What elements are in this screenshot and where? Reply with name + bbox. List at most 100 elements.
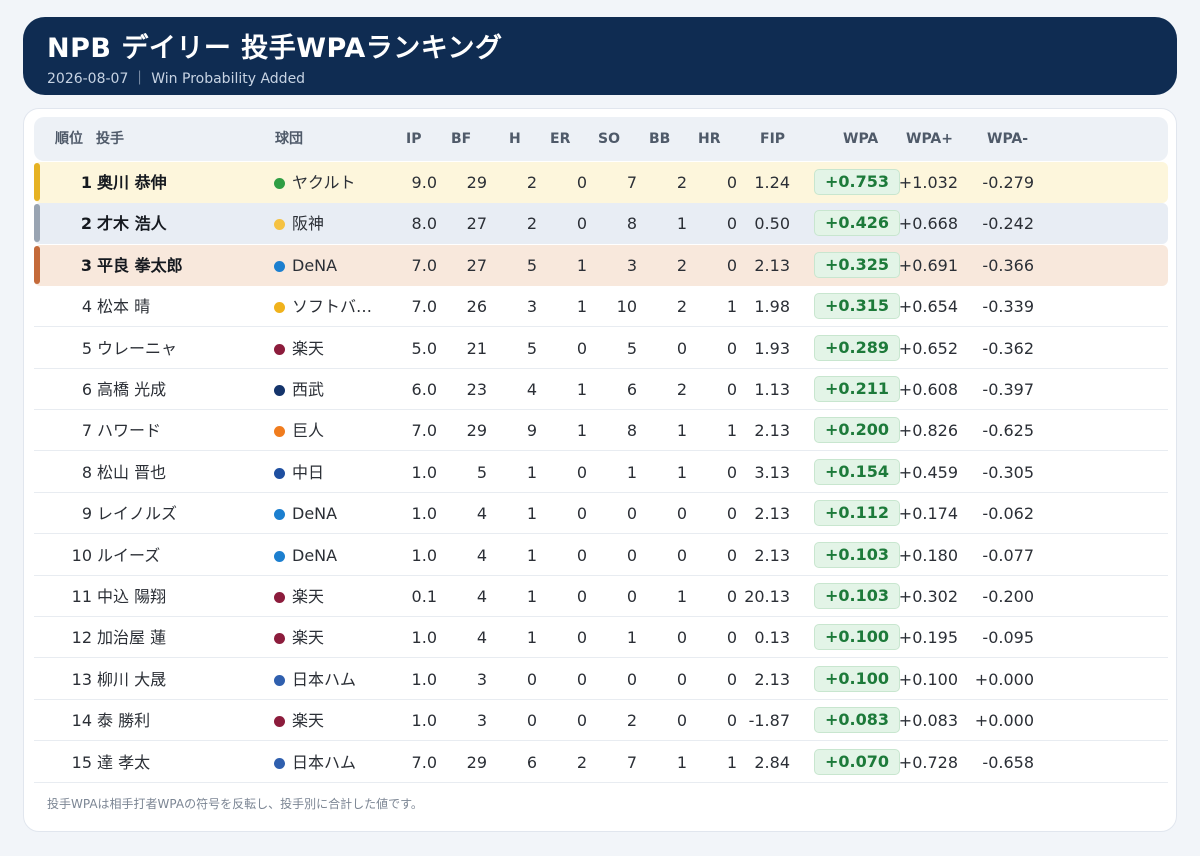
table-row[interactable]: 7 ハワード 巨人 7.0 29 9 1 8 1 1 2.13 +0.826 -0.625 +0.200 bbox=[34, 410, 1168, 452]
team-color-dot-icon bbox=[274, 219, 285, 231]
team-name: 楽天 bbox=[292, 338, 325, 358]
pitcher-name[interactable]: 泰 勝利 bbox=[97, 700, 150, 741]
table-row[interactable]: 4 松本 晴ソフトバ… 7.0 26 3 1 10 2 1 1.98 +0.654 -0.339 +0.… bbox=[34, 286, 1168, 328]
bf-cell: 4 bbox=[476, 587, 487, 606]
fip-cell: 2.13 bbox=[754, 669, 790, 689]
ip-cell: 6.0 bbox=[411, 380, 437, 399]
col-bb[interactable]: BB bbox=[649, 117, 670, 161]
pitcher-name[interactable]: 松山 晋也 bbox=[97, 452, 166, 493]
rank-cell: 11 bbox=[71, 587, 92, 606]
team-cell: ソフトバ… bbox=[274, 286, 372, 327]
wpa-badge: +0.083 bbox=[814, 707, 900, 734]
pitcher-name[interactable]: 加治屋 蓮 bbox=[97, 617, 166, 658]
team-color-dot-icon bbox=[274, 467, 285, 479]
h-cell: 1 bbox=[526, 628, 537, 648]
fip-cell: 2.84 bbox=[754, 752, 790, 772]
pitcher-name[interactable]: 達 孝太 bbox=[97, 742, 150, 783]
pitcher-name[interactable]: 才木 浩人 bbox=[97, 203, 167, 244]
pitcher-name[interactable]: ウレーニャ bbox=[97, 328, 177, 369]
col-hr[interactable]: HR bbox=[698, 117, 721, 161]
pitcher-name[interactable]: ハワード bbox=[97, 410, 161, 451]
wpa-badge: +0.103 bbox=[814, 583, 900, 609]
fip-cell: 1.13 bbox=[754, 380, 790, 399]
h-cell: 1 bbox=[526, 545, 537, 565]
col-wpa-minus[interactable]: WPA- bbox=[987, 117, 1028, 161]
col-rank[interactable]: 順位 bbox=[55, 117, 83, 161]
bf-cell: 23 bbox=[466, 380, 487, 399]
table-row[interactable]: 12 加治屋 蓮楽天 1.0 4 1 0 1 0 0 0.13 +0.195 -0.095 +0.100 bbox=[34, 617, 1168, 659]
so-cell: 8 bbox=[626, 421, 637, 441]
col-bf[interactable]: BF bbox=[451, 117, 471, 161]
fip-cell: 0.13 bbox=[754, 628, 790, 648]
pitcher-name[interactable]: 中込 陽翔 bbox=[97, 576, 166, 617]
pitcher-name[interactable]: 奥川 恭伸 bbox=[97, 162, 167, 203]
col-so[interactable]: SO bbox=[598, 117, 620, 161]
team-name: DeNA bbox=[292, 255, 338, 275]
fip-cell: 3.13 bbox=[754, 462, 790, 482]
h-cell: 2 bbox=[526, 214, 537, 234]
bf-cell: 26 bbox=[466, 297, 487, 317]
col-wpa-plus[interactable]: WPA+ bbox=[906, 117, 953, 161]
h-cell: 1 bbox=[526, 504, 537, 524]
rank-cell: 6 bbox=[81, 380, 92, 399]
pitcher-name[interactable]: 平良 拳太郎 bbox=[97, 245, 183, 286]
wpa-minus-cell: -0.062 bbox=[982, 504, 1034, 524]
bf-cell: 5 bbox=[476, 462, 487, 482]
col-pitcher[interactable]: 投手 bbox=[96, 117, 124, 161]
rank-cell: 15 bbox=[71, 752, 92, 772]
bb-cell: 1 bbox=[676, 421, 687, 441]
team-cell: 巨人 bbox=[274, 410, 324, 451]
team-color-dot-icon bbox=[274, 302, 285, 314]
col-team[interactable]: 球団 bbox=[275, 117, 303, 161]
fip-cell: 1.98 bbox=[754, 297, 790, 317]
table-row[interactable]: 10 ルイーズ DeNA 1.0 4 1 0 0 0 0 2.13 +0.180 -0.077 +0.10… bbox=[34, 535, 1168, 576]
table-row[interactable]: 1 奥川 恭伸 ヤクルト 9.0 29 2 0 7 2 0 1.24 +1.032 -0.279 +0.7… bbox=[34, 162, 1168, 203]
pitcher-name[interactable]: 柳川 大晟 bbox=[97, 659, 166, 700]
wpa-badge: +0.100 bbox=[814, 624, 900, 651]
col-wpa[interactable]: WPA bbox=[843, 117, 878, 161]
table-row[interactable]: 5 ウレーニャ 楽天 5.0 21 5 0 5 0 0 1.93 +0.652 -0.362 +0.289 bbox=[34, 328, 1168, 369]
table-row[interactable]: 3 平良 拳太郎 DeNA 7.0 27 5 1 3 2 0 2.13 +0.691 -0.366 +0.… bbox=[34, 244, 1168, 286]
col-h[interactable]: H bbox=[509, 117, 521, 161]
wpa-minus-cell: -0.279 bbox=[982, 173, 1034, 192]
so-cell: 8 bbox=[626, 214, 637, 234]
col-fip[interactable]: FIP bbox=[760, 117, 785, 161]
bb-cell: 2 bbox=[676, 173, 687, 192]
wpa-minus-cell: -0.339 bbox=[982, 297, 1034, 317]
table-row[interactable]: 13 柳川 大晟 日本ハム 1.0 3 0 0 0 0 0 2.13 +0.100 +0.000 +0.1… bbox=[34, 659, 1168, 700]
table-row[interactable]: 6 高橋 光成 西武 6.0 23 4 1 6 2 0 1.13 +0.608 -0.397 +0.211 bbox=[34, 369, 1168, 410]
bf-cell: 21 bbox=[466, 338, 487, 358]
team-name: 阪神 bbox=[292, 214, 325, 234]
wpa-badge: +0.315 bbox=[814, 293, 900, 320]
table-row[interactable]: 11 中込 陽翔 楽天 0.1 4 1 0 0 1 0 20.13 +0.302 -0.200 +0.10… bbox=[34, 576, 1168, 617]
pitcher-name[interactable]: レイノルズ bbox=[97, 493, 177, 534]
table-row[interactable]: 2 才木 浩人 阪神 8.0 27 2 0 8 1 0 0.50 +0.668 -0.242 +0.426 bbox=[34, 203, 1168, 245]
wpa-minus-cell: -0.077 bbox=[982, 545, 1034, 565]
pitcher-name[interactable]: 松本 晴 bbox=[97, 286, 150, 327]
pitcher-name[interactable]: 高橋 光成 bbox=[97, 369, 166, 410]
col-ip[interactable]: IP bbox=[406, 117, 421, 161]
bb-cell: 0 bbox=[676, 545, 687, 565]
wpa-minus-cell: -0.366 bbox=[982, 255, 1034, 275]
team-color-dot-icon bbox=[274, 716, 285, 728]
table-row[interactable]: 14 泰 勝利 楽天 1.0 3 0 0 2 0 0 -1.87 +0.083 +0.000 +0.083 bbox=[34, 700, 1168, 742]
er-cell: 0 bbox=[576, 669, 587, 689]
table-row[interactable]: 15 達 孝太 日本ハム 7.0 29 6 2 7 1 1 2.84 +0.728 -0.658 +0.0… bbox=[34, 742, 1168, 783]
pitcher-name[interactable]: ルイーズ bbox=[97, 535, 160, 576]
er-cell: 0 bbox=[576, 462, 587, 482]
h-cell: 4 bbox=[526, 380, 537, 399]
fip-cell: 2.13 bbox=[754, 255, 790, 275]
wpa-badge: +0.112 bbox=[814, 500, 900, 527]
so-cell: 1 bbox=[626, 628, 637, 648]
rank-cell: 4 bbox=[81, 297, 92, 317]
table-row[interactable]: 9 レイノルズ DeNA 1.0 4 1 0 0 0 0 2.13 +0.174 -0.062 +0.11… bbox=[34, 493, 1168, 535]
table-row[interactable]: 8 松山 晋也 中日 1.0 5 1 0 1 1 0 3.13 +0.459 -0.305 +0.154 bbox=[34, 452, 1168, 493]
team-cell: ヤクルト bbox=[274, 162, 356, 203]
fip-cell: 2.13 bbox=[754, 545, 790, 565]
col-er[interactable]: ER bbox=[550, 117, 570, 161]
wpa-minus-cell: -0.305 bbox=[982, 462, 1034, 482]
wpa-plus-cell: +0.691 bbox=[898, 255, 958, 275]
wpa-plus-cell: +0.180 bbox=[898, 545, 958, 565]
er-cell: 2 bbox=[576, 752, 587, 772]
team-name: 日本ハム bbox=[292, 669, 357, 689]
